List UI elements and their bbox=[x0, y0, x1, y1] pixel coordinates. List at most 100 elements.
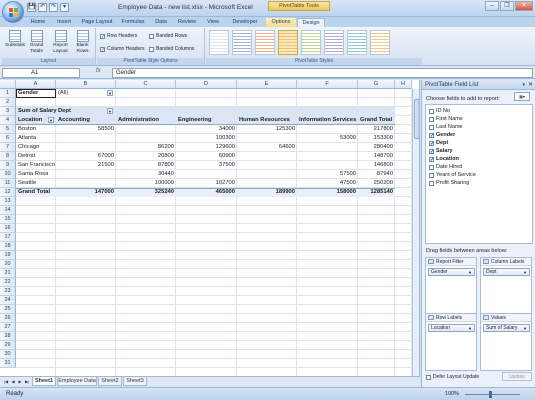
field-checkbox[interactable] bbox=[429, 164, 434, 170]
row-header[interactable]: 15 bbox=[0, 215, 16, 224]
row-header[interactable]: 4 bbox=[0, 116, 16, 125]
column-header-a[interactable]: A bbox=[16, 80, 56, 89]
row-header[interactable]: 16 bbox=[0, 224, 16, 233]
defer-layout-checkbox[interactable]: Defer Layout Update bbox=[426, 374, 479, 380]
field-checkbox[interactable] bbox=[429, 172, 434, 178]
field-item[interactable]: Date Hired bbox=[429, 164, 462, 170]
field-item[interactable]: ✓ Gender bbox=[429, 132, 455, 138]
row-header[interactable]: 20 bbox=[0, 260, 16, 269]
gender-chip[interactable]: Gender ▼ bbox=[428, 268, 475, 276]
first-sheet-icon[interactable]: |◀ bbox=[3, 378, 9, 385]
pane-close-icon[interactable]: ✕ bbox=[528, 80, 533, 90]
style-thumb[interactable] bbox=[324, 30, 344, 55]
field-checkbox[interactable]: ✓ bbox=[429, 148, 434, 154]
vertical-scrollbar[interactable] bbox=[412, 89, 419, 376]
row-header[interactable]: 9 bbox=[0, 161, 16, 170]
style-thumb-selected[interactable] bbox=[278, 30, 298, 55]
redo-icon[interactable]: ↷ bbox=[49, 3, 58, 12]
maximize-button[interactable]: ❐ bbox=[500, 1, 514, 11]
column-header-h[interactable]: H bbox=[395, 80, 412, 89]
insert-function-icon[interactable]: fx bbox=[96, 68, 101, 74]
subtotals-button[interactable]: Subtotals bbox=[5, 30, 25, 49]
report-filter-area[interactable]: Report Filter Gender ▼ bbox=[425, 257, 477, 315]
field-item[interactable]: Years of Service bbox=[429, 172, 476, 178]
values-area[interactable]: Values Sum of Salary ▼ bbox=[480, 313, 532, 371]
zoom-level[interactable]: 100% bbox=[445, 391, 459, 397]
grand-totals-button[interactable]: Grand Totals bbox=[27, 30, 46, 54]
field-checkbox[interactable] bbox=[429, 180, 434, 186]
row-labels-dropdown-icon[interactable]: ▼ bbox=[48, 117, 54, 123]
column-header-d[interactable]: D bbox=[176, 80, 237, 89]
tab-design[interactable]: Design bbox=[297, 18, 325, 27]
row-header[interactable]: 21 bbox=[0, 269, 16, 278]
field-checkbox[interactable]: ✓ bbox=[429, 140, 434, 146]
formula-input[interactable]: Gender bbox=[112, 68, 533, 78]
field-item[interactable]: Last Name bbox=[429, 124, 463, 130]
tab-formulas[interactable]: Formulas bbox=[118, 18, 148, 27]
tab-review[interactable]: Review bbox=[174, 18, 200, 27]
location-chip[interactable]: Location ▼ bbox=[428, 324, 475, 332]
row-header[interactable]: 18 bbox=[0, 242, 16, 251]
close-button[interactable]: ✕ bbox=[515, 1, 533, 11]
column-headers-checkbox[interactable]: ✓ Column Headers bbox=[100, 46, 145, 52]
style-thumb[interactable] bbox=[255, 30, 275, 55]
column-header-f[interactable]: F bbox=[297, 80, 358, 89]
prev-sheet-icon[interactable]: ◀ bbox=[10, 378, 16, 385]
tab-insert[interactable]: Insert bbox=[52, 18, 76, 27]
row-headers-checkbox[interactable]: ✓ Row Headers bbox=[100, 33, 137, 39]
tab-developer[interactable]: Developer bbox=[226, 18, 264, 27]
row-header[interactable]: 25 bbox=[0, 305, 16, 314]
field-checkbox[interactable] bbox=[429, 124, 434, 130]
row-header[interactable]: 26 bbox=[0, 314, 16, 323]
report-layout-button[interactable]: Report Layout bbox=[51, 30, 70, 54]
row-header[interactable]: 10 bbox=[0, 170, 16, 179]
column-header-b[interactable]: B bbox=[56, 80, 116, 89]
row-header[interactable]: 8 bbox=[0, 152, 16, 161]
field-item[interactable]: ✓ Dept bbox=[429, 140, 448, 146]
banded-rows-checkbox[interactable]: Banded Rows bbox=[149, 33, 187, 39]
row-header[interactable]: 19 bbox=[0, 251, 16, 260]
row-header[interactable]: 23 bbox=[0, 287, 16, 296]
column-header-c[interactable]: C bbox=[116, 80, 176, 89]
sum-of-salary-chip[interactable]: Sum of Salary ▼ bbox=[483, 324, 530, 332]
field-checkbox[interactable]: ✓ bbox=[429, 132, 434, 138]
name-box[interactable]: A1 bbox=[2, 68, 80, 78]
row-header[interactable]: 3 bbox=[0, 107, 16, 116]
sheet-tab-sheet3[interactable]: Sheet3 bbox=[123, 377, 147, 386]
style-thumb[interactable] bbox=[370, 30, 390, 55]
save-icon[interactable]: 💾 bbox=[27, 3, 36, 12]
customize-qat-icon[interactable]: ▾ bbox=[60, 3, 69, 12]
style-thumb[interactable] bbox=[301, 30, 321, 55]
pivot-filter-label[interactable]: Gender bbox=[16, 89, 56, 98]
row-header[interactable]: 29 bbox=[0, 341, 16, 350]
field-item[interactable]: ✓ Salary bbox=[429, 148, 453, 154]
column-labels-dropdown-icon[interactable]: ▼ bbox=[107, 108, 113, 114]
field-checkbox[interactable] bbox=[429, 116, 434, 122]
row-header[interactable]: 13 bbox=[0, 197, 16, 206]
row-header[interactable]: 7 bbox=[0, 143, 16, 152]
field-checkbox[interactable] bbox=[429, 108, 434, 114]
undo-icon[interactable]: ↶ bbox=[38, 3, 47, 12]
tab-view[interactable]: View bbox=[202, 18, 224, 27]
row-header[interactable]: 11 bbox=[0, 179, 16, 188]
column-header-g[interactable]: G bbox=[358, 80, 395, 89]
row-header[interactable]: 17 bbox=[0, 233, 16, 242]
row-header[interactable]: 2 bbox=[0, 98, 16, 107]
row-header[interactable]: 5 bbox=[0, 125, 16, 134]
column-labels-area[interactable]: Column Labels Dept ▼ bbox=[480, 257, 532, 315]
tab-home[interactable]: Home bbox=[26, 18, 50, 27]
field-item[interactable]: ✓ Location bbox=[429, 156, 459, 162]
zoom-slider[interactable] bbox=[465, 394, 520, 395]
banded-columns-checkbox[interactable]: Banded Columns bbox=[149, 46, 194, 52]
blank-rows-button[interactable]: Blank Rows bbox=[73, 30, 92, 54]
row-header[interactable]: 12 bbox=[0, 188, 16, 197]
update-button[interactable]: Update bbox=[502, 372, 532, 381]
zoom-slider-knob[interactable] bbox=[489, 391, 492, 398]
field-item[interactable]: Profit Sharing bbox=[429, 180, 469, 186]
tab-options[interactable]: Options bbox=[266, 18, 296, 27]
row-header[interactable]: 22 bbox=[0, 278, 16, 287]
tab-page-layout[interactable]: Page Layout bbox=[78, 18, 116, 27]
row-header[interactable]: 31 bbox=[0, 359, 16, 368]
field-item[interactable]: ID No bbox=[429, 108, 450, 114]
style-thumb[interactable] bbox=[347, 30, 367, 55]
